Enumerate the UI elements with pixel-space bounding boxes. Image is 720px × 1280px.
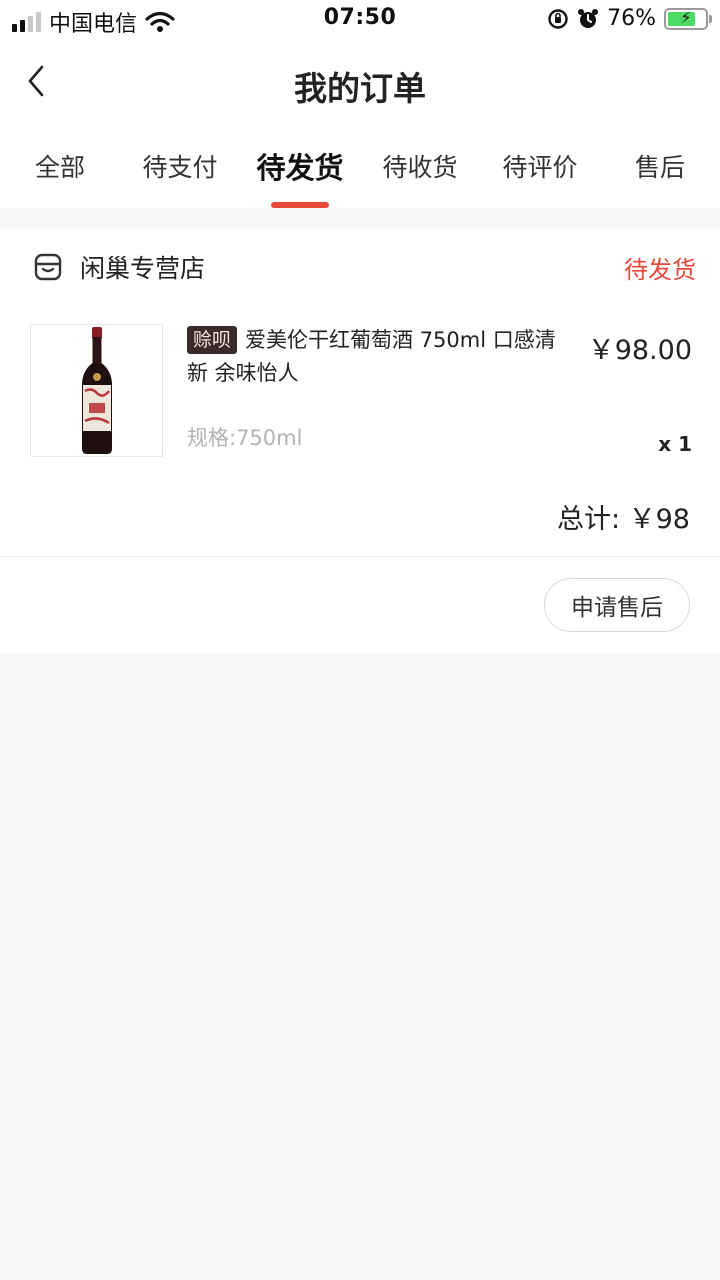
item-title[interactable]: 赊呗 爱美伦干红葡萄酒 750ml 口感清新 余味怡人 (187, 324, 567, 390)
tab-all[interactable]: 全部 (0, 124, 120, 208)
rotation-lock-icon (548, 8, 568, 29)
shop-name: 闲巢专营店 (80, 254, 206, 283)
product-image[interactable] (30, 324, 163, 457)
order-item[interactable]: 赊呗 爱美伦干红葡萄酒 750ml 口感清新 余味怡人 规格:750ml ￥98.… (0, 306, 720, 476)
item-spec: 规格:750ml (187, 426, 303, 450)
status-bar: 中国电信 07:50 76% ⚡ (0, 0, 720, 40)
installment-tag: 赊呗 (187, 326, 238, 354)
item-quantity: x 1 (658, 432, 692, 456)
battery-icon: ⚡ (664, 7, 712, 30)
alarm-icon (578, 8, 599, 28)
wine-bottle-image (81, 326, 112, 454)
item-title-text: 爱美伦干红葡萄酒 750ml 口感清新 余味怡人 (187, 328, 556, 385)
tab-pending-review[interactable]: 待评价 (480, 124, 600, 208)
order-card[interactable]: 闲巢专营店 待发货 赊呗 爱美伦干红葡萄酒 750ml 口感清新 余味怡人 规格:… (0, 228, 720, 653)
page-title: 我的订单 (294, 69, 426, 108)
order-actions: 申请售后 (0, 557, 720, 653)
shop-header[interactable]: 闲巢专营店 待发货 (0, 228, 720, 306)
tab-pending-payment[interactable]: 待支付 (120, 124, 240, 208)
tab-pending-receipt[interactable]: 待收货 (360, 124, 480, 208)
item-price: ￥98.00 (587, 335, 692, 366)
order-tabs: 全部 待支付 待发货 待收货 待评价 售后 (0, 124, 720, 208)
tab-after-sales[interactable]: 售后 (600, 124, 720, 208)
status-right: 76% ⚡ (547, 6, 712, 31)
section-gap (0, 208, 720, 228)
battery-percent: 76% (607, 6, 656, 31)
order-total-text: 总计: ￥98 (556, 503, 690, 535)
after-sales-button[interactable]: 申请售后 (544, 578, 690, 632)
order-total: 总计: ￥98 (0, 476, 720, 556)
shop-icon (34, 253, 62, 281)
tab-pending-shipment[interactable]: 待发货 (240, 124, 360, 208)
item-info: 赊呗 爱美伦干红葡萄酒 750ml 口感清新 余味怡人 规格:750ml ￥98.… (163, 324, 692, 476)
nav-bar: 我的订单 (0, 40, 720, 124)
order-status-badge: 待发货 (624, 255, 696, 284)
